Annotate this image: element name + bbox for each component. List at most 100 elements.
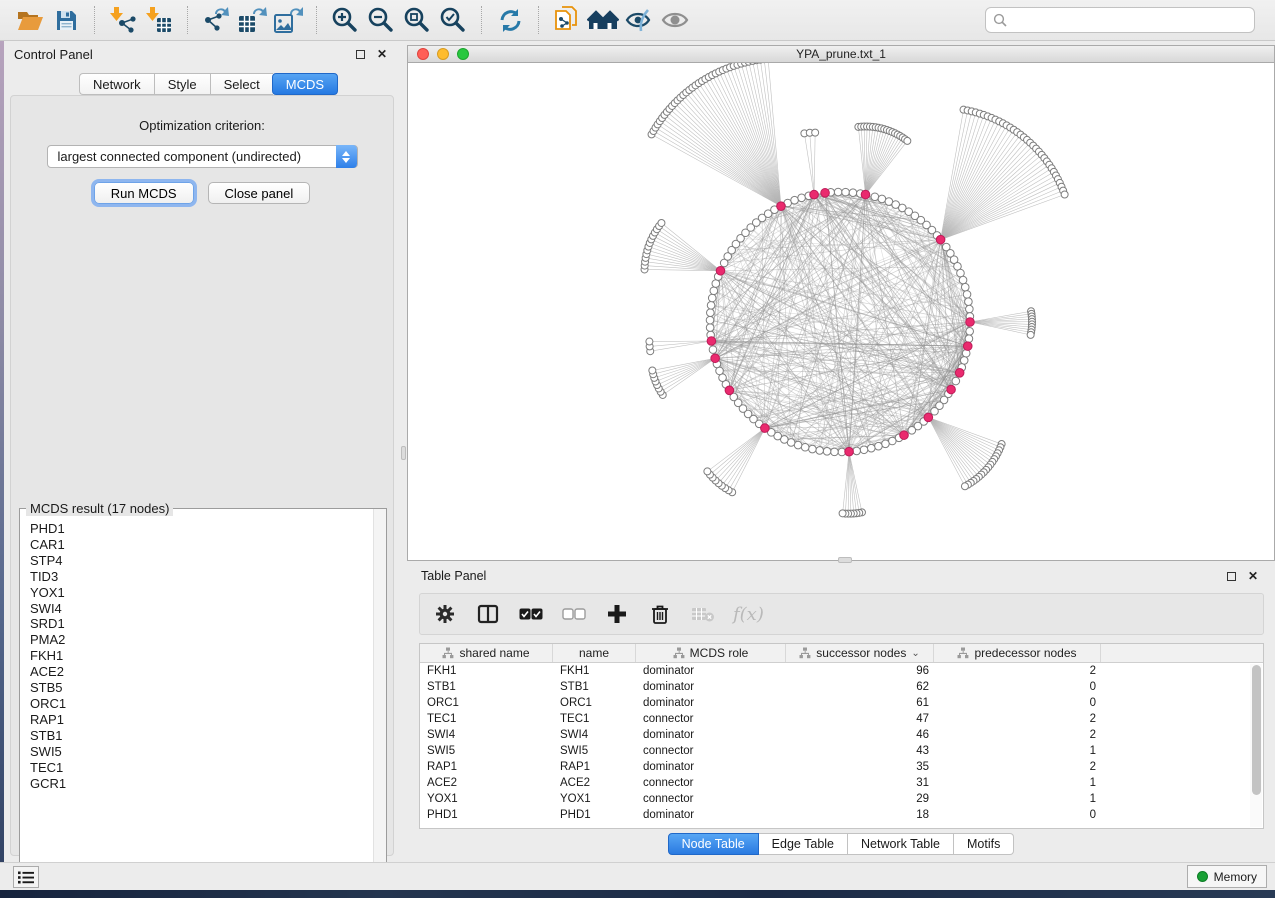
delete-column-button[interactable] bbox=[647, 601, 673, 627]
table-cell: STB1 bbox=[553, 681, 636, 693]
table-cell: ORC1 bbox=[420, 697, 553, 709]
column-header-shared-name[interactable]: shared name bbox=[420, 644, 553, 662]
optimization-criterion-value: largest connected component (undirected) bbox=[58, 149, 302, 164]
checked-boxes-icon bbox=[519, 608, 543, 620]
table-row[interactable]: TEC1TEC1connector472 bbox=[420, 711, 1263, 727]
table-cell: 0 bbox=[934, 681, 1101, 693]
close-panel-button[interactable]: ✕ bbox=[374, 46, 390, 62]
table-cell: 18 bbox=[786, 809, 934, 821]
deselect-all-rows-button[interactable] bbox=[561, 601, 587, 627]
column-header-predecessor-nodes[interactable]: predecessor nodes bbox=[934, 644, 1101, 662]
network-window: YPA_prune.txt_1 bbox=[407, 45, 1275, 561]
table-row[interactable]: YOX1YOX1connector291 bbox=[420, 791, 1263, 807]
export-image-button[interactable] bbox=[270, 4, 306, 36]
new-network-from-selection-button[interactable] bbox=[549, 4, 585, 36]
main-toolbar bbox=[0, 0, 1275, 41]
network-graph[interactable] bbox=[408, 63, 1274, 560]
column-visibility-button[interactable] bbox=[475, 601, 501, 627]
table-cell: connector bbox=[636, 793, 786, 805]
table-row[interactable]: ORC1ORC1dominator610 bbox=[420, 695, 1263, 711]
export-table-button[interactable] bbox=[234, 4, 270, 36]
column-header-name[interactable]: name bbox=[553, 644, 636, 662]
zoom-out-icon bbox=[367, 6, 395, 34]
tab-style[interactable]: Style bbox=[154, 73, 210, 95]
close-table-panel-button[interactable]: ✕ bbox=[1245, 568, 1261, 584]
run-mcds-button[interactable]: Run MCDS bbox=[94, 182, 194, 204]
tab-select[interactable]: Select bbox=[210, 73, 273, 95]
float-table-panel-button[interactable] bbox=[1223, 568, 1239, 584]
table-row[interactable]: FKH1FKH1dominator962 bbox=[420, 663, 1263, 679]
attribute-type-icon bbox=[799, 647, 811, 659]
show-all-button[interactable] bbox=[585, 4, 621, 36]
horizontal-splitter-grip[interactable] bbox=[838, 557, 852, 563]
memory-button[interactable]: Memory bbox=[1187, 865, 1267, 888]
table-row[interactable]: STB1STB1dominator620 bbox=[420, 679, 1263, 695]
toolbar-separator bbox=[187, 6, 188, 34]
table-cell: ACE2 bbox=[420, 777, 553, 789]
show-hidden-button[interactable] bbox=[657, 4, 693, 36]
toolbar-separator bbox=[481, 6, 482, 34]
select-all-rows-button[interactable] bbox=[518, 601, 544, 627]
column-header-mcds-role[interactable]: MCDS role bbox=[636, 644, 786, 662]
tab-network[interactable]: Network bbox=[79, 73, 154, 95]
table-row[interactable]: SWI5SWI5connector431 bbox=[420, 743, 1263, 759]
table-cell: 96 bbox=[786, 665, 934, 677]
export-network-button[interactable] bbox=[198, 4, 234, 36]
zoom-fit-button[interactable] bbox=[399, 4, 435, 36]
mcds-result-list[interactable]: PHD1 CAR1 STP4 TID3 YOX1 SWI4 SRD1 PMA2 … bbox=[21, 517, 373, 868]
table-scrollbar[interactable] bbox=[1250, 664, 1262, 827]
tab-node-table[interactable]: Node Table bbox=[668, 833, 759, 855]
tab-mcds[interactable]: MCDS bbox=[272, 73, 338, 95]
search-field[interactable] bbox=[985, 7, 1255, 33]
close-panel-button-mcds[interactable]: Close panel bbox=[208, 182, 311, 204]
vertical-splitter[interactable] bbox=[400, 41, 407, 862]
table-row[interactable]: RAP1RAP1dominator352 bbox=[420, 759, 1263, 775]
zoom-in-button[interactable] bbox=[327, 4, 363, 36]
network-canvas[interactable] bbox=[408, 63, 1274, 560]
open-file-button[interactable] bbox=[12, 4, 48, 36]
search-input[interactable] bbox=[1013, 13, 1247, 27]
tab-motifs[interactable]: Motifs bbox=[954, 833, 1014, 855]
table-row[interactable]: SWI4SWI4dominator462 bbox=[420, 727, 1263, 743]
zoom-out-button[interactable] bbox=[363, 4, 399, 36]
import-table-button[interactable] bbox=[141, 4, 177, 36]
import-table-icon bbox=[145, 6, 173, 34]
float-panel-button[interactable] bbox=[352, 46, 368, 62]
attribute-type-icon bbox=[957, 647, 969, 659]
table-cell: SWI4 bbox=[420, 729, 553, 741]
desktop-wallpaper-bottom bbox=[0, 890, 1275, 898]
column-header-filler bbox=[1101, 644, 1263, 662]
zoom-selected-button[interactable] bbox=[435, 4, 471, 36]
column-header-successor-nodes[interactable]: successor nodes ⌄ bbox=[786, 644, 934, 662]
table-cell: 35 bbox=[786, 761, 934, 773]
tab-network-table[interactable]: Network Table bbox=[848, 833, 954, 855]
table-cell: 62 bbox=[786, 681, 934, 693]
mcds-tab-content: Optimization criterion: largest connecte… bbox=[10, 95, 394, 856]
mcds-result-item: PMA2 bbox=[30, 632, 373, 648]
tab-edge-table[interactable]: Edge Table bbox=[759, 833, 848, 855]
table-scrollbar-thumb[interactable] bbox=[1252, 665, 1261, 795]
splitter-grip[interactable] bbox=[401, 446, 406, 460]
eye-slash-icon bbox=[624, 7, 654, 33]
sort-descending-icon: ⌄ bbox=[911, 648, 919, 659]
mcds-result-item: PHD1 bbox=[30, 521, 373, 537]
result-scrollbar[interactable] bbox=[373, 509, 386, 869]
zoom-fit-icon bbox=[403, 6, 431, 34]
table-row[interactable]: PHD1PHD1dominator180 bbox=[420, 807, 1263, 823]
network-window-titlebar[interactable]: YPA_prune.txt_1 bbox=[408, 46, 1274, 63]
mcds-result-item: GCR1 bbox=[30, 776, 373, 792]
table-cell: 2 bbox=[934, 665, 1101, 677]
refresh-layout-button[interactable] bbox=[492, 4, 528, 36]
table-cell: 0 bbox=[934, 809, 1101, 821]
import-network-button[interactable] bbox=[105, 4, 141, 36]
hide-selected-button[interactable] bbox=[621, 4, 657, 36]
save-button[interactable] bbox=[48, 4, 84, 36]
add-column-button[interactable] bbox=[604, 601, 630, 627]
column-label: predecessor nodes bbox=[974, 646, 1076, 660]
table-cell: dominator bbox=[636, 665, 786, 677]
table-settings-button[interactable] bbox=[432, 601, 458, 627]
table-row[interactable]: ACE2ACE2connector311 bbox=[420, 775, 1263, 791]
show-task-history-button[interactable] bbox=[13, 866, 39, 888]
column-label: MCDS role bbox=[690, 646, 749, 660]
optimization-criterion-select[interactable]: largest connected component (undirected) bbox=[47, 145, 358, 168]
